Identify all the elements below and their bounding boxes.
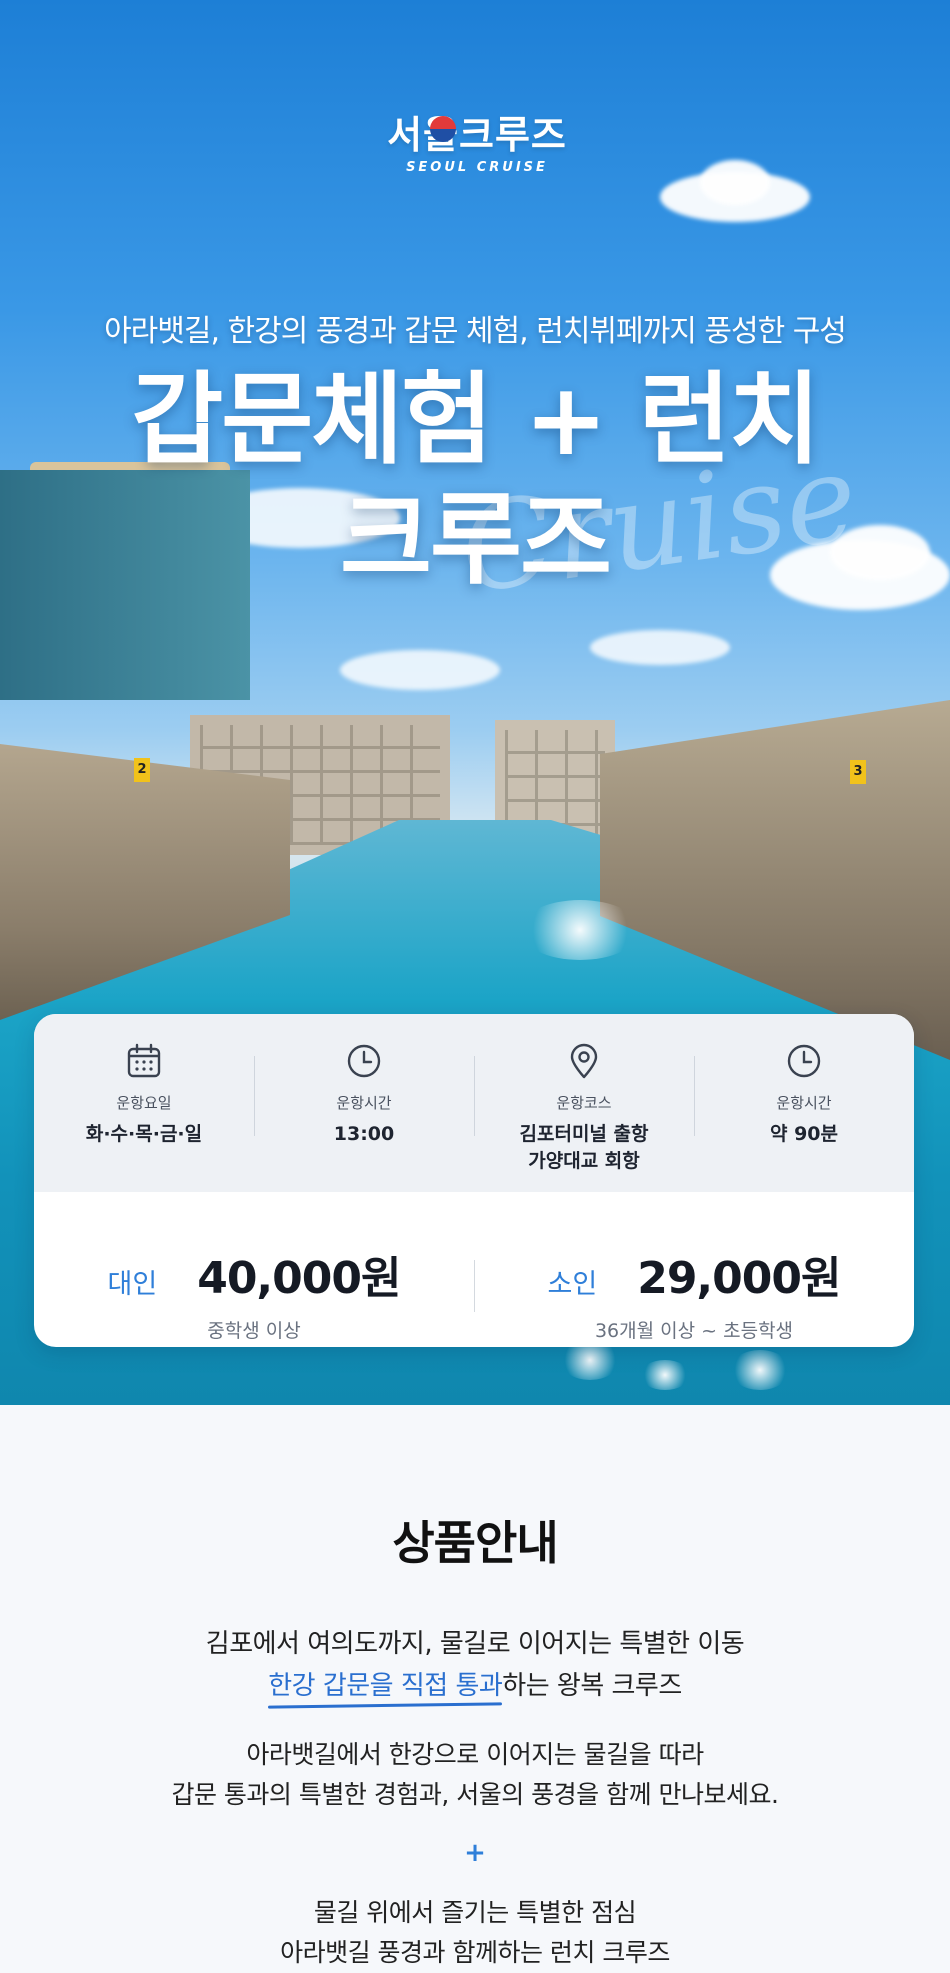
- clock-icon: [787, 1044, 821, 1078]
- hero-subtitle: 아라뱃길, 한강의 풍경과 갑문 체험, 런치뷔페까지 풍성한 구성: [104, 314, 847, 349]
- product-line-2-rest: 하는 왕복 크루즈: [502, 1671, 682, 1701]
- price-label: 대인: [107, 1269, 158, 1300]
- product-info-section: 상품안내 김포에서 여의도까지, 물길로 이어지는 특별한 이동 한강 갑문을 …: [0, 1405, 950, 1973]
- calendar-icon: [127, 1043, 161, 1078]
- hero-title-line1: 갑문체험 + 런치: [131, 361, 820, 478]
- product-line-3a: 아라뱃길에서 한강으로 이어지는 물길을 따라: [246, 1740, 704, 1769]
- highlight-text: 한강 갑문을 직접 통과: [268, 1671, 503, 1701]
- price-value: 29,000원: [637, 1253, 841, 1304]
- price-value: 40,000원: [197, 1253, 401, 1304]
- hero-title-line2: 크루즈: [340, 481, 612, 598]
- price-note: 36개월 이상 ~ 초등학생: [594, 1320, 794, 1342]
- info-route: 운항코스 김포터미널 출항 가양대교 회항: [474, 1014, 694, 1192]
- product-line-1: 김포에서 여의도까지, 물길로 이어지는 특별한 이동: [205, 1629, 745, 1659]
- product-line-2: 한강 갑문을 직접 통과하는 왕복 크루즈: [0, 1665, 950, 1702]
- logo-subtext: SEOUL CRUISE: [406, 160, 548, 175]
- cloud: [700, 160, 770, 205]
- product-line-4a: 물길 위에서 즐기는 특별한 점심: [313, 1898, 637, 1927]
- info-operating-days: 운항요일 화·수·목·금·일: [34, 1014, 254, 1192]
- product-line-3b: 갑문 통과의 특별한 경험과, 서울의 풍경을 함께 만나보세요.: [171, 1780, 779, 1809]
- cruise-info-card: 운항요일 화·수·목·금·일 운항시간 13:00 운항코스 김포터미널 출항 …: [34, 1014, 914, 1347]
- water-sparkle: [520, 900, 640, 960]
- info-label: 운항시간: [776, 1094, 832, 1112]
- brand-logo[interactable]: 서울크루즈 SEOUL CRUISE: [382, 112, 572, 175]
- price-label: 소인: [547, 1269, 598, 1300]
- lock-marker: 2: [134, 758, 150, 782]
- logo-text: 서울크루즈: [387, 113, 567, 157]
- water-sparkle: [640, 1360, 690, 1390]
- info-label: 운항요일: [116, 1094, 172, 1112]
- product-paragraph: 아라뱃길에서 한강으로 이어지는 물길을 따라 갑문 통과의 특별한 경험과, …: [0, 1735, 950, 1815]
- info-label: 운항코스: [556, 1094, 612, 1112]
- clock-icon: [347, 1044, 381, 1078]
- price-child: 소인 29,000원 36개월 이상 ~ 초등학생: [474, 1192, 914, 1347]
- taegeuk-icon: [430, 116, 456, 142]
- info-duration: 운항시간 약 90분: [694, 1014, 914, 1192]
- lock-marker: 3: [850, 760, 866, 784]
- info-value: 김포터미널 출항 가양대교 회항: [519, 1123, 649, 1172]
- section-title-wrap: 상품안내: [0, 1507, 950, 1573]
- price-row: 대인 40,000원 중학생 이상 소인 29,000원 36개월 이상 ~ 초…: [34, 1192, 914, 1347]
- cloud: [340, 650, 500, 690]
- product-line-4b: 아라뱃길 풍경과 함께하는 런치 크루즈: [280, 1938, 670, 1967]
- water-sparkle: [730, 1350, 790, 1390]
- cloud: [590, 630, 730, 665]
- info-value: 화·수·목·금·일: [85, 1123, 203, 1145]
- schedule-info-row: 운항요일 화·수·목·금·일 운항시간 13:00 운항코스 김포터미널 출항 …: [34, 1014, 914, 1192]
- section-title: 상품안내: [384, 1507, 566, 1573]
- lunch-paragraph: 물길 위에서 즐기는 특별한 점심 아라뱃길 풍경과 함께하는 런치 크루즈: [0, 1893, 950, 1973]
- info-value: 13:00: [333, 1123, 395, 1145]
- info-label: 운항시간: [336, 1094, 392, 1112]
- price-adult: 대인 40,000원 중학생 이상: [34, 1192, 474, 1347]
- info-departure-time: 운항시간 13:00: [254, 1014, 474, 1192]
- price-note: 중학생 이상: [207, 1320, 301, 1342]
- hero-title: 갑문체험 + 런치 크루즈: [0, 360, 950, 600]
- info-value: 약 90분: [769, 1123, 838, 1145]
- plus-divider: +: [464, 1838, 486, 1868]
- map-pin-icon: [570, 1043, 598, 1079]
